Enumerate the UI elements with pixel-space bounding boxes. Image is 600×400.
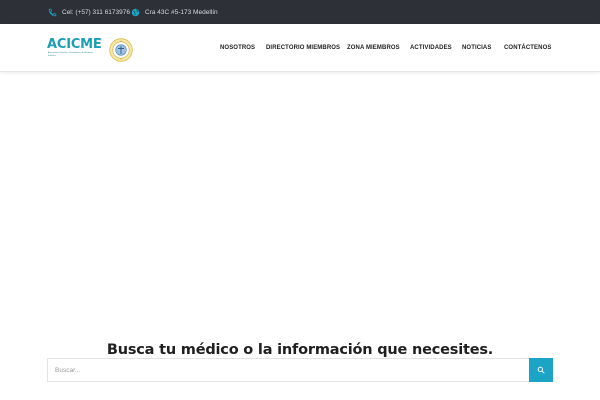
nav-item-directorio-miembros[interactable]: DIRECTORIO MIEMBROS <box>266 45 340 51</box>
address-contact: Cra 43C #5-173 Medellín <box>131 0 218 24</box>
nav-item-actividades[interactable]: ACTIVIDADES <box>410 45 452 51</box>
phone-icon <box>48 8 57 16</box>
globe-icon <box>131 8 140 16</box>
logo-wordmark: ACICME <box>47 37 102 52</box>
site-logo[interactable]: ACICME ® Asociación Científica Colombian… <box>47 38 103 62</box>
phone-text: Cel: (+57) 311 6173976 <box>62 8 130 16</box>
phone-contact[interactable]: Cel: (+57) 311 6173976 <box>48 0 130 24</box>
nav-item-nosotros[interactable]: NOSOTROS <box>220 45 255 51</box>
address-text: Cra 43C #5-173 Medellín <box>145 8 218 16</box>
search-input[interactable] <box>47 358 530 382</box>
seal-emblem <box>109 38 133 62</box>
logo-subtitle: Asociación Científica Colombiana de Medi… <box>48 52 93 57</box>
nav-item-zona-miembros[interactable]: ZONA MIEMBROS <box>347 45 400 51</box>
search-heading: Busca tu médico o la información que nec… <box>106 342 494 358</box>
nav-item-noticias[interactable]: NOTICIAS <box>462 45 491 51</box>
nav-item-contactenos[interactable]: CONTÁCTENOS <box>504 45 551 51</box>
logo-trademark: ® <box>99 38 102 42</box>
search-icon <box>537 366 545 374</box>
search-button[interactable] <box>529 358 553 382</box>
top-info-bar: Cel: (+57) 311 6173976 Cra 43C #5-173 Me… <box>0 0 600 24</box>
